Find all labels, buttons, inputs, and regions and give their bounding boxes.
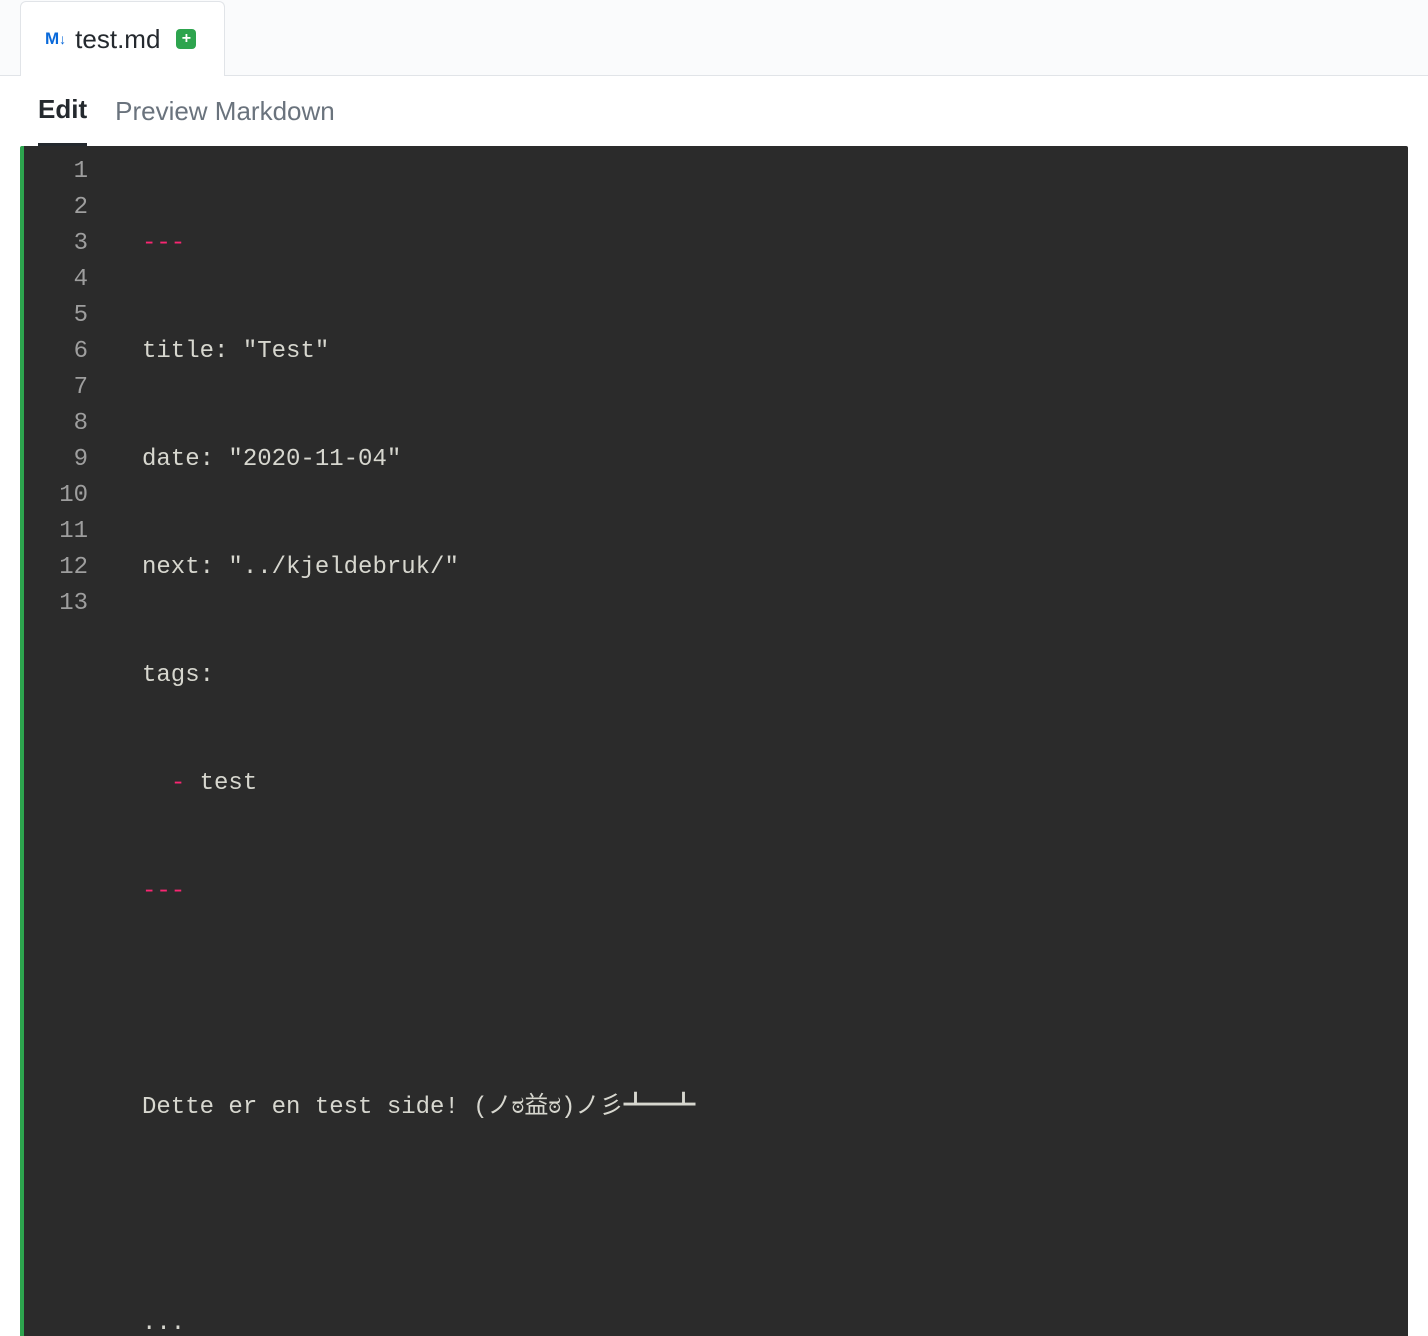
line-number: 11 bbox=[24, 514, 88, 550]
line-number: 3 bbox=[24, 226, 88, 262]
editor-mode-tabs: Edit Preview Markdown bbox=[0, 76, 1428, 146]
code-line: --- bbox=[142, 226, 1408, 262]
file-tab[interactable]: M↓ test.md + bbox=[20, 1, 225, 76]
code-line bbox=[142, 982, 1408, 1018]
code-content[interactable]: --- title: "Test" date: "2020-11-04" nex… bbox=[102, 146, 1408, 1336]
line-number: 7 bbox=[24, 370, 88, 406]
line-number: 2 bbox=[24, 190, 88, 226]
code-line: next: "../kjeldebruk/" bbox=[142, 550, 1408, 586]
line-number: 5 bbox=[24, 298, 88, 334]
markdown-file-icon: M↓ bbox=[45, 29, 65, 49]
tab-edit[interactable]: Edit bbox=[38, 94, 87, 146]
code-line bbox=[142, 1198, 1408, 1234]
code-line: title: "Test" bbox=[142, 334, 1408, 370]
line-number: 10 bbox=[24, 478, 88, 514]
line-number: 1 bbox=[24, 154, 88, 190]
line-number: 13 bbox=[24, 586, 88, 622]
file-tab-bar: M↓ test.md + bbox=[0, 0, 1428, 76]
code-line: Dette er en test side! (ノಠ益ಠ)ノ彡┻━┻ bbox=[142, 1090, 1408, 1126]
code-editor[interactable]: 1 2 3 4 5 6 7 8 9 10 11 12 13 --- title:… bbox=[20, 146, 1408, 1336]
code-line: ... bbox=[142, 1306, 1408, 1336]
new-file-icon: + bbox=[176, 29, 196, 49]
line-number: 6 bbox=[24, 334, 88, 370]
line-number: 4 bbox=[24, 262, 88, 298]
line-number: 12 bbox=[24, 550, 88, 586]
line-number: 9 bbox=[24, 442, 88, 478]
code-line: date: "2020-11-04" bbox=[142, 442, 1408, 478]
code-line: - test bbox=[142, 766, 1408, 802]
code-line: tags: bbox=[142, 658, 1408, 694]
editor-container: 1 2 3 4 5 6 7 8 9 10 11 12 13 --- title:… bbox=[0, 146, 1428, 1336]
code-line: --- bbox=[142, 874, 1408, 910]
line-number-gutter: 1 2 3 4 5 6 7 8 9 10 11 12 13 bbox=[24, 146, 102, 1336]
file-name: test.md bbox=[75, 24, 160, 55]
line-number: 8 bbox=[24, 406, 88, 442]
tab-preview-markdown[interactable]: Preview Markdown bbox=[115, 96, 335, 145]
